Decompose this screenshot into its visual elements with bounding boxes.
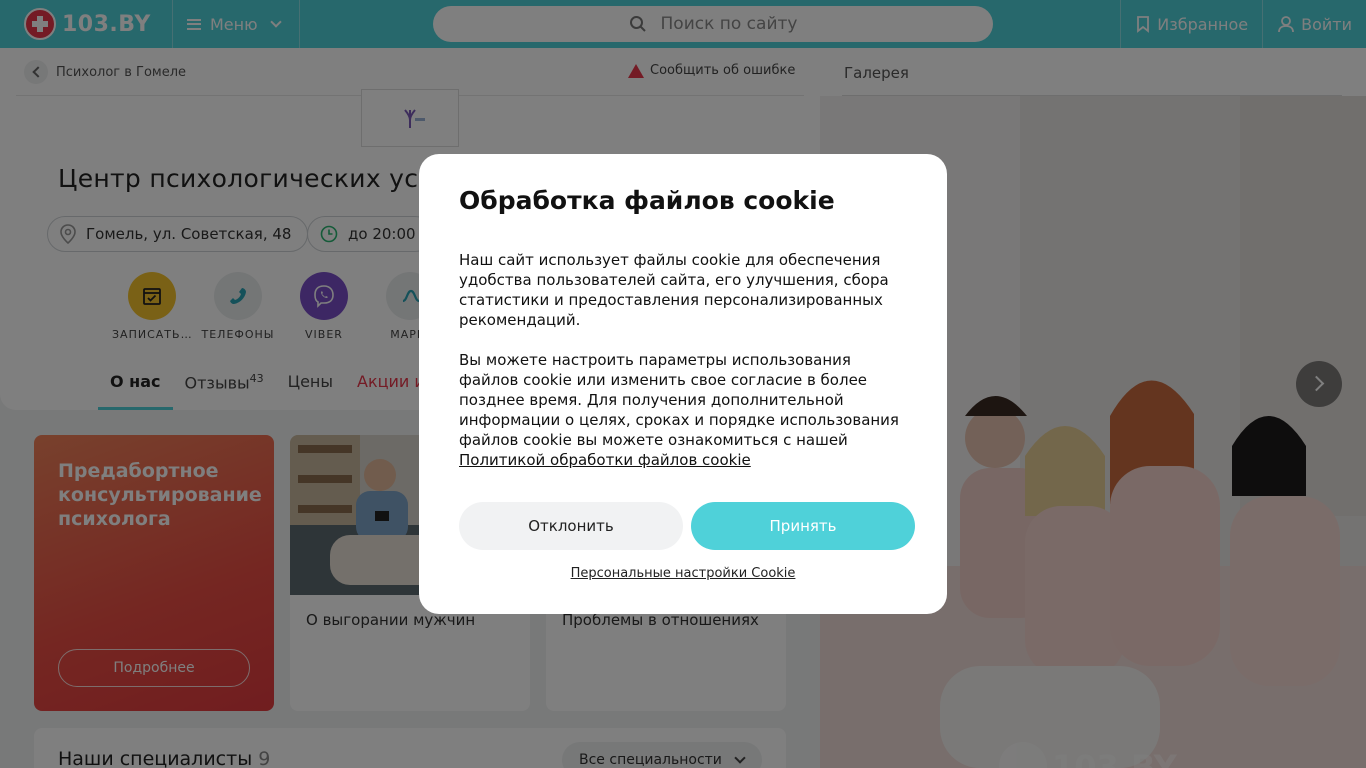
cookie-policy-link[interactable]: Политикой обработки файлов cookie [459,451,751,469]
accept-button[interactable]: Принять [691,502,915,550]
personal-cookie-settings-link[interactable]: Персональные настройки Cookie [419,566,947,581]
cookie-dialog: Обработка файлов cookie Наш сайт использ… [419,154,947,614]
cookie-title: Обработка файлов cookie [459,186,835,215]
decline-button[interactable]: Отклонить [459,502,683,550]
cookie-text: Вы можете настроить параметры использова… [459,351,899,469]
cookie-text: Наш сайт использует файлы cookie для обе… [459,251,889,329]
